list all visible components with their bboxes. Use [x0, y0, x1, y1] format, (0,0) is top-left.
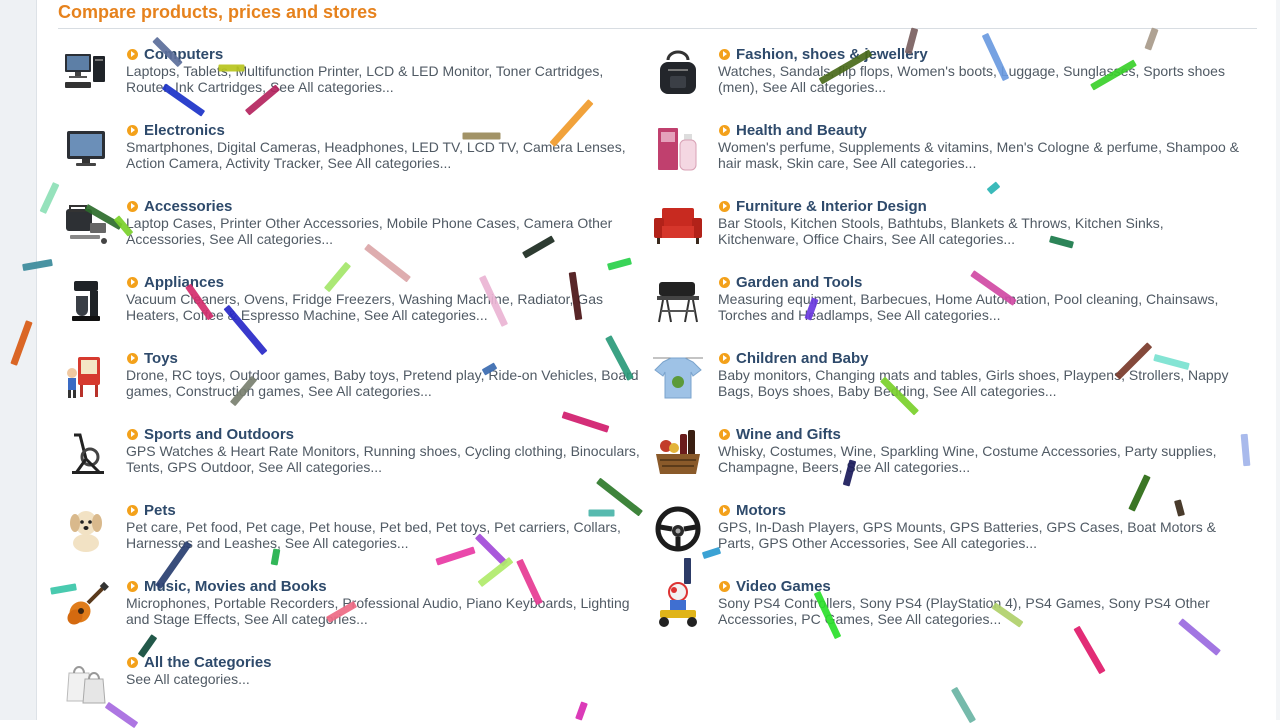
category-appliances: Appliances Vacuum Cleaners, Ovens, Fridg… — [58, 273, 638, 339]
arrow-bullet-icon — [127, 124, 138, 136]
arrow-bullet-icon — [127, 504, 138, 516]
category-title[interactable]: Wine and Gifts — [736, 426, 841, 443]
perfume-icon[interactable] — [650, 121, 706, 177]
category-motors: Motors GPS, In-Dash Players, GPS Mounts,… — [650, 501, 1230, 567]
computer-icon[interactable] — [58, 45, 114, 101]
steering-wheel-icon[interactable] — [650, 501, 706, 557]
category-title[interactable]: Motors — [736, 502, 786, 519]
category-title[interactable]: Fashion, shoes & jewellery — [736, 46, 928, 63]
confetti-piece — [39, 182, 60, 214]
confetti-piece — [684, 558, 691, 584]
confetti-piece — [462, 132, 501, 140]
category-title[interactable]: Appliances — [144, 274, 224, 291]
arrow-bullet-icon — [127, 580, 138, 592]
arrow-bullet-icon — [127, 276, 138, 288]
right-edge — [1276, 0, 1280, 720]
category-links[interactable]: Bar Stools, Kitchen Stools, Bathtubs, Bl… — [718, 215, 1243, 247]
category-toys: Toys Drone, RC toys, Outdoor games, Baby… — [58, 349, 639, 415]
arrow-bullet-icon — [719, 352, 730, 364]
category-links[interactable]: Women's perfume, Supplements & vitamins,… — [718, 139, 1243, 171]
category-links[interactable]: Laptop Cases, Printer Other Accessories,… — [126, 215, 651, 247]
arrow-bullet-icon — [719, 200, 730, 212]
category-links[interactable]: Measuring equipment, Barbecues, Home Aut… — [718, 291, 1243, 323]
category-fashion: Fashion, shoes & jewellery Watches, Sand… — [650, 45, 1230, 111]
category-links[interactable]: Microphones, Portable Recorders, Profess… — [126, 595, 651, 627]
category-links[interactable]: See All categories... — [126, 671, 651, 687]
arrow-bullet-icon — [719, 504, 730, 516]
category-title[interactable]: Accessories — [144, 198, 232, 215]
category-links[interactable]: GPS, In-Dash Players, GPS Mounts, GPS Ba… — [718, 519, 1243, 551]
tv-icon[interactable] — [58, 121, 114, 177]
arrow-bullet-icon — [127, 200, 138, 212]
category-links[interactable]: Watches, Sandals, flip flops, Women's bo… — [718, 63, 1243, 95]
page-heading: Compare products, prices and stores — [58, 2, 378, 22]
category-title[interactable]: All the Categories — [144, 654, 272, 671]
arrow-bullet-icon — [127, 656, 138, 668]
category-links[interactable]: Baby monitors, Changing mats and tables,… — [718, 367, 1243, 399]
confetti-piece — [1240, 433, 1251, 467]
category-links[interactable]: GPS Watches & Heart Rate Monitors, Runni… — [126, 443, 651, 475]
shopping-bags-icon[interactable] — [58, 653, 114, 709]
armchair-icon[interactable] — [650, 197, 706, 253]
category-title[interactable]: Sports and Outdoors — [144, 426, 294, 443]
category-computers: Computers Laptops, Tablets, Multifunctio… — [58, 45, 638, 111]
category-title[interactable]: Pets — [144, 502, 176, 519]
category-title[interactable]: Electronics — [144, 122, 225, 139]
category-sports-and-outdoors: Sports and Outdoors GPS Watches & Heart … — [58, 425, 640, 491]
confetti-piece — [588, 509, 615, 517]
category-video-games: Video Games Sony PS4 Controllers, Sony P… — [650, 577, 1230, 643]
category-furniture: Furniture & Interior Design Bar Stools, … — [650, 197, 1230, 263]
baby-shirt-icon[interactable] — [650, 349, 706, 405]
category-title[interactable]: Computers — [144, 46, 223, 63]
arrow-bullet-icon — [127, 48, 138, 60]
category-title[interactable]: Toys — [144, 350, 178, 367]
category-title[interactable]: Health and Beauty — [736, 122, 867, 139]
heading-divider — [58, 28, 1257, 29]
category-links[interactable]: Sony PS4 Controllers, Sony PS4 (PlayStat… — [718, 595, 1243, 627]
category-electronics: Electronics Smartphones, Digital Cameras… — [58, 121, 638, 187]
toy-easel-icon[interactable] — [58, 349, 114, 405]
coffee-maker-icon[interactable] — [58, 273, 114, 329]
category-title[interactable]: Garden and Tools — [736, 274, 862, 291]
exercise-bike-icon[interactable] — [58, 425, 114, 481]
category-health-beauty: Health and Beauty Women's perfume, Suppl… — [650, 121, 1239, 187]
category-garden-tools: Garden and Tools Measuring equipment, Ba… — [650, 273, 1230, 339]
barbecue-icon[interactable] — [650, 273, 706, 329]
arrow-bullet-icon — [719, 124, 730, 136]
arrow-bullet-icon — [719, 48, 730, 60]
gift-basket-icon[interactable] — [650, 425, 706, 481]
arrow-bullet-icon — [127, 352, 138, 364]
category-pets: Pets Pet care, Pet food, Pet cage, Pet h… — [58, 501, 638, 567]
category-links[interactable]: Laptops, Tablets, Multifunction Printer,… — [126, 63, 651, 95]
backpack-icon[interactable] — [650, 45, 706, 101]
category-all: All the Categories See All categories... — [58, 653, 638, 719]
confetti-piece — [218, 64, 245, 72]
puppy-icon[interactable] — [58, 501, 114, 557]
arrow-bullet-icon — [719, 276, 730, 288]
category-children-baby: Children and Baby Baby monitors, Changin… — [650, 349, 1230, 415]
category-links[interactable]: Pet care, Pet food, Pet cage, Pet house,… — [126, 519, 651, 551]
category-title[interactable]: Children and Baby — [736, 350, 869, 367]
arrow-bullet-icon — [719, 428, 730, 440]
kart-racer-icon[interactable] — [650, 577, 706, 633]
category-accessories: Accessories Laptop Cases, Printer Other … — [58, 197, 638, 263]
category-links[interactable]: Drone, RC toys, Outdoor games, Baby toys… — [126, 367, 651, 399]
arrow-bullet-icon — [719, 580, 730, 592]
confetti-piece — [950, 686, 977, 724]
category-links[interactable]: Smartphones, Digital Cameras, Headphones… — [126, 139, 651, 171]
category-title[interactable]: Furniture & Interior Design — [736, 198, 927, 215]
category-links[interactable]: Whisky, Costumes, Wine, Sparkling Wine, … — [718, 443, 1243, 475]
category-title[interactable]: Music, Movies and Books — [144, 578, 327, 595]
arrow-bullet-icon — [127, 428, 138, 440]
